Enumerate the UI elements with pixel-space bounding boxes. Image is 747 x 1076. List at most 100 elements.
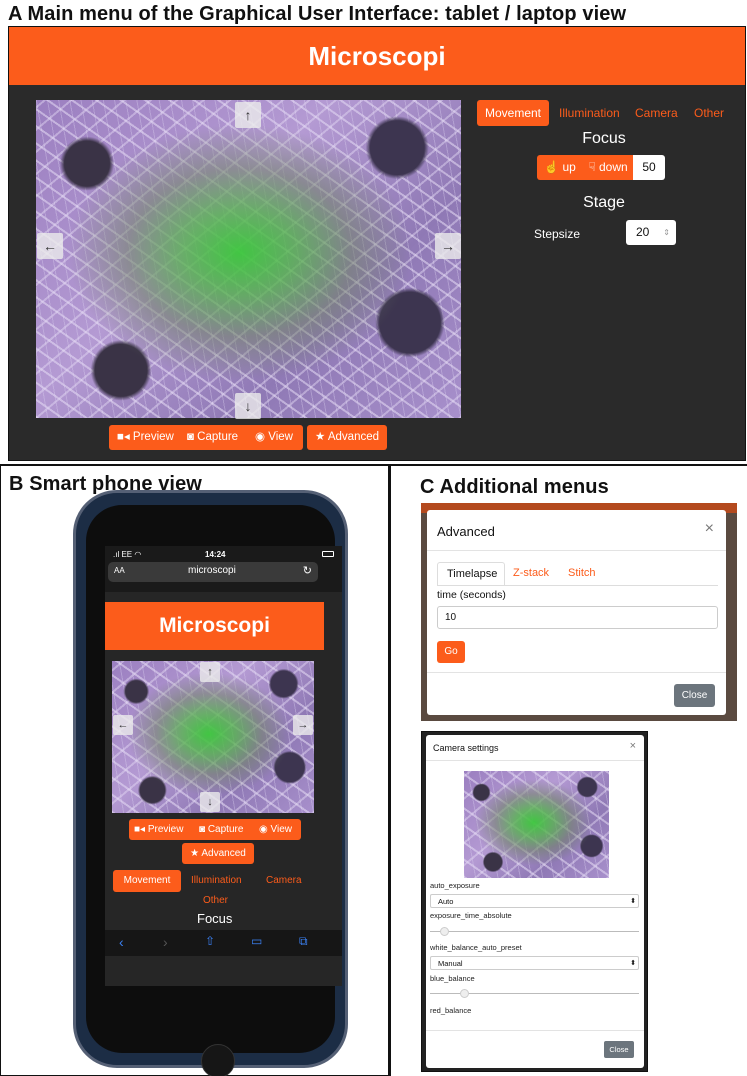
arrow-left-icon: ← [117,719,129,731]
tab-camera[interactable]: Camera [635,106,678,120]
phone-preview-button[interactable]: ■◂ Preview [134,819,183,840]
blue-balance-label: blue_balance [430,974,475,983]
tab-stitch[interactable]: Stitch [568,567,596,579]
arrow-left-icon: ← [43,238,57,254]
phone-microscope-image [112,661,314,813]
focus-up-button[interactable]: ☝ up [537,155,583,180]
home-button[interactable] [201,1044,235,1076]
star-icon: ★ [190,848,200,859]
desktop-app-window: Microscopi ↑ ↓ ← → ■◂ Preview ◙ Capture … [8,26,746,461]
hand-up-icon: ☝ [544,160,560,174]
preview-button[interactable]: ■◂ Preview [117,425,174,450]
camera-close-button[interactable]: Close [604,1041,634,1058]
view-button[interactable]: ◉ View [255,425,293,450]
share-icon[interactable]: ⇧ [205,934,215,948]
divider [427,672,726,673]
camera-modal-title: Camera settings [433,743,499,753]
focus-step-input[interactable]: 50 [633,155,665,180]
app-title-banner: Microscopi [9,27,745,85]
phone-app-title-banner: Microscopi [105,602,324,650]
signal-icon: .ıl [113,550,120,559]
spinner-icon[interactable]: ⇕ [663,220,670,245]
focus-down-button[interactable]: ☟ down [583,155,633,180]
go-button[interactable]: Go [437,641,465,663]
status-carrier: .ıl EE ◠ [113,550,142,559]
phone-view-button[interactable]: ◉ View [259,819,292,840]
panel-a: A Main menu of the Graphical User Interf… [0,0,747,464]
time-seconds-input[interactable]: 10 [437,606,718,629]
tab-illumination[interactable]: Illumination [559,106,620,120]
battery-icon [322,551,334,557]
camera-preview-image [464,771,609,878]
video-camera-icon: ■◂ [134,824,146,835]
move-up-button[interactable]: ↑ [235,102,261,128]
wb-preset-select[interactable]: Manual ⬍ [430,956,639,970]
advanced-close-button[interactable]: Close [674,684,715,707]
wifi-icon: ◠ [134,550,142,559]
capture-button-group: ■◂ Preview ◙ Capture ◉ View [109,425,303,450]
browser-toolbar: ‹ › ⇧ ▭ ⧉ [105,930,342,956]
text-size-button[interactable]: AA [114,566,125,575]
panel-c-title: C Additional menus [420,476,609,498]
advanced-modal-title: Advanced [437,524,495,539]
arrow-right-icon: → [297,719,309,731]
phone-tab-movement[interactable]: Movement [113,870,181,892]
phone-capture-button-group: ■◂ Preview ◙ Capture ◉ View [129,819,301,840]
star-icon: ★ [314,431,326,443]
panel-b: B Smart phone view .ıl EE ◠ 14:24 AA mic… [0,464,389,1076]
red-balance-label: red_balance [430,1006,472,1015]
bookmarks-icon[interactable]: ▭ [251,934,262,948]
exposure-time-slider-knob[interactable] [440,927,449,936]
select-arrow-icon: ⬍ [630,960,636,967]
blue-balance-slider-knob[interactable] [460,989,469,998]
move-down-button[interactable]: ↓ [235,393,261,419]
tab-z-stack[interactable]: Z-stack [513,567,549,579]
phone-advanced-button[interactable]: ★ Advanced [182,843,254,864]
phone-tab-illumination[interactable]: Illumination [191,875,242,886]
forward-icon[interactable]: › [163,934,168,950]
reload-icon[interactable]: ↻ [303,564,312,577]
tab-other[interactable]: Other [694,106,724,120]
tab-divider [437,585,718,586]
divider [427,550,726,551]
camera-icon: ◙ [199,824,206,835]
phone-move-down-button[interactable]: ↓ [200,792,220,812]
move-right-button[interactable]: → [435,233,461,259]
tab-timelapse[interactable]: Timelapse [437,562,505,586]
wb-preset-label: white_balance_auto_preset [430,943,522,952]
phone-tab-camera[interactable]: Camera [266,875,302,886]
arrow-down-icon: ↓ [244,398,252,414]
phone-tab-other[interactable]: Other [203,895,228,906]
panel-a-title: A Main menu of the Graphical User Interf… [8,3,627,25]
arrow-down-icon: ↓ [207,796,213,808]
stage-heading: Stage [583,194,625,211]
move-left-button[interactable]: ← [37,233,63,259]
tab-movement[interactable]: Movement [477,100,549,126]
focus-heading: Focus [582,130,626,147]
url-text: microscopi [188,565,236,576]
advanced-button[interactable]: ★ Advanced [307,425,387,450]
phone-move-left-button[interactable]: ← [113,715,133,735]
phone-capture-button[interactable]: ◙ Capture [199,819,243,840]
arrow-up-icon: ↑ [244,107,252,123]
close-icon[interactable]: × [705,520,714,538]
time-field-label: time (seconds) [437,589,506,601]
capture-button[interactable]: ◙ Capture [187,425,238,450]
microscope-preview-image [36,100,461,418]
auto-exposure-select[interactable]: Auto ⬍ [430,894,639,908]
arrow-right-icon: → [441,238,455,254]
back-icon[interactable]: ‹ [119,934,124,950]
tabs-icon[interactable]: ⧉ [299,934,308,949]
stepsize-input[interactable]: 20 ⇕ [626,220,676,245]
close-icon[interactable]: × [630,740,636,752]
hand-down-icon: ☟ [588,160,596,174]
url-bar[interactable]: AA microscopi ↻ [108,562,318,582]
advanced-modal: Advanced × Timelapse Z-stack Stitch time… [427,510,726,715]
phone-move-up-button[interactable]: ↑ [200,662,220,682]
video-camera-icon: ■◂ [117,431,130,443]
phone-move-right-button[interactable]: → [293,715,313,735]
stepsize-label: Stepsize [534,227,581,241]
divider [426,760,644,761]
exposure-time-slider[interactable] [430,931,639,932]
divider [426,1030,644,1031]
